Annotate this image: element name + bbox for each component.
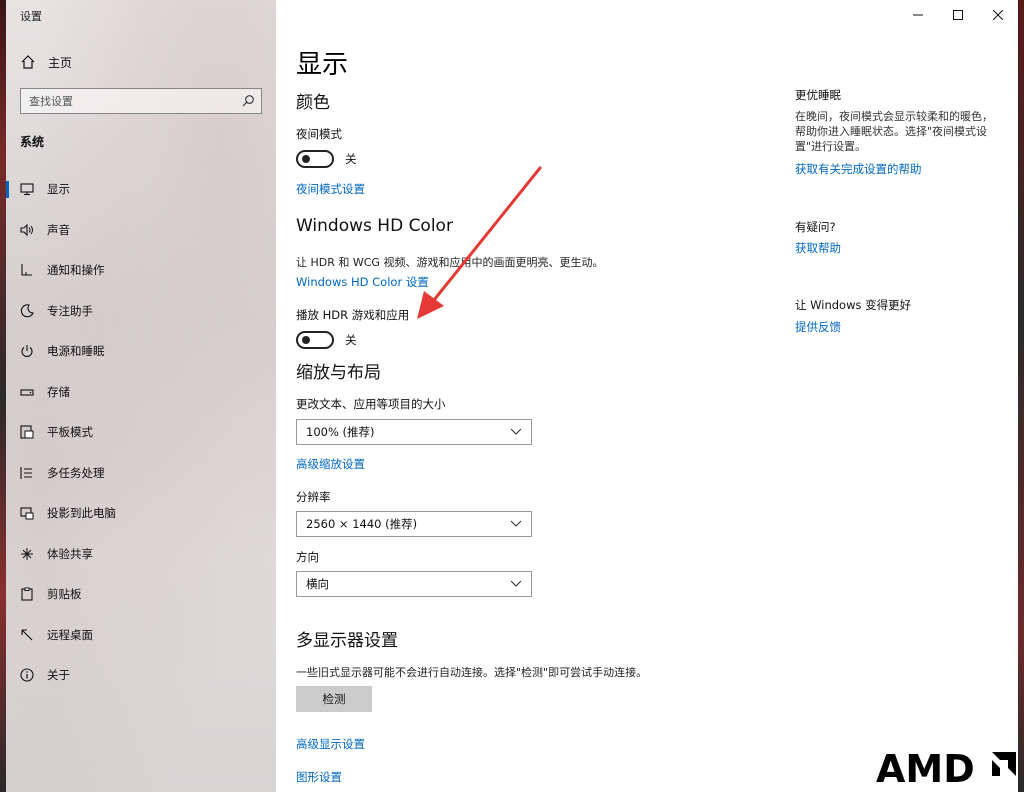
annotation-arrow xyxy=(417,166,542,319)
amd-logo-text: AMD xyxy=(876,748,975,788)
background-strip xyxy=(1018,0,1024,792)
settings-window: 设置 主页 系统 显示 声音 xyxy=(0,0,1018,792)
amd-logo: AMD xyxy=(876,748,1016,788)
